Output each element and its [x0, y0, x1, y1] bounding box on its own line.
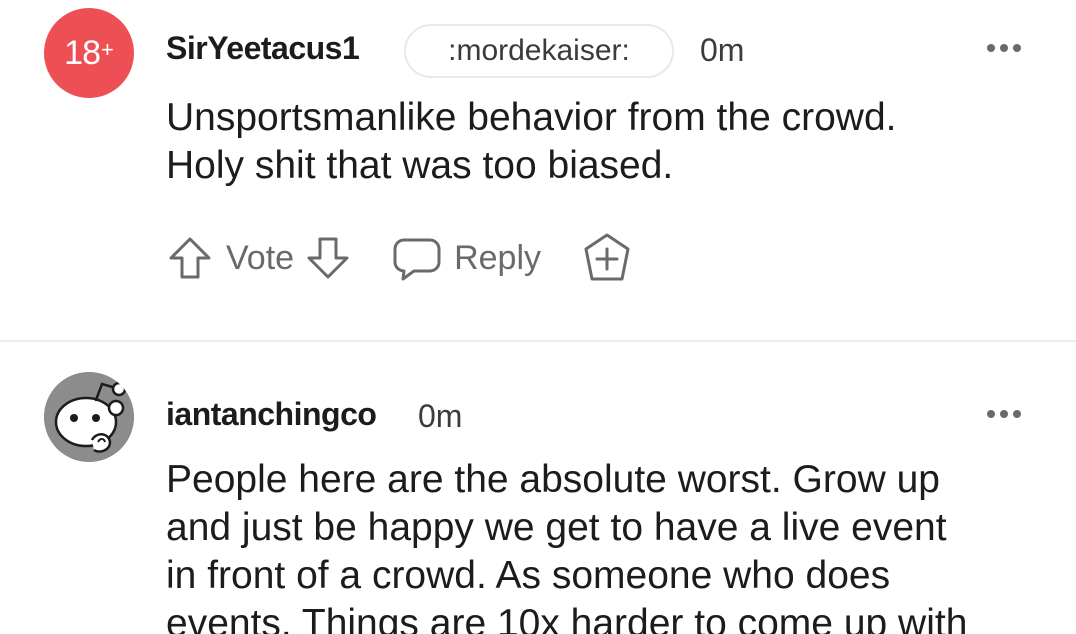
- comment-body-line: People here are the absolute worst. Grow…: [166, 458, 940, 501]
- nsfw-avatar[interactable]: 18 +: [44, 8, 134, 98]
- reply-label: Reply: [454, 238, 542, 277]
- snoo-avatar-graphic: [44, 372, 134, 462]
- award-button[interactable]: [581, 232, 633, 284]
- comment-username[interactable]: SirYeetacus1: [166, 30, 360, 67]
- more-options-icon[interactable]: [987, 44, 1021, 52]
- upvote-icon[interactable]: [166, 234, 214, 282]
- comment-body-line: events. Things are 10x harder to come up…: [166, 602, 968, 634]
- comment-actions: Vote Reply: [166, 232, 633, 284]
- nsfw-avatar-plus: +: [100, 37, 114, 62]
- comment-body: Unsportsmanlike behavior from the crowd.…: [166, 94, 896, 190]
- comment-timestamp: 0m: [418, 398, 463, 434]
- more-options-icon[interactable]: [987, 410, 1021, 418]
- comment-divider: [0, 340, 1076, 342]
- award-icon: [584, 233, 630, 281]
- comment-body-line: in front of a crowd. As someone who does: [166, 554, 891, 597]
- downvote-icon[interactable]: [304, 234, 352, 282]
- comment-username[interactable]: iantanchingco: [166, 396, 377, 433]
- user-flair: :mordekaiser:: [404, 24, 674, 78]
- snoo-avatar-icon[interactable]: [44, 372, 134, 462]
- vote-count: Vote: [226, 238, 295, 277]
- reply-button[interactable]: Reply: [392, 234, 541, 282]
- comment-body-line: Holy shit that was too biased.: [166, 144, 674, 187]
- comment-thread: 18 + SirYeetacus1 :mordekaiser: 0m Unspor…: [0, 0, 1076, 634]
- comment-timestamp: 0m: [700, 32, 745, 68]
- comment-body-line: and just be happy we get to have a live …: [166, 506, 947, 549]
- comment-body-line: Unsportsmanlike behavior from the crowd.: [166, 96, 897, 139]
- comment-body: People here are the absolute worst. Grow…: [166, 456, 967, 634]
- reply-bubble-icon: [393, 238, 441, 281]
- nsfw-avatar-number: 18: [64, 33, 101, 72]
